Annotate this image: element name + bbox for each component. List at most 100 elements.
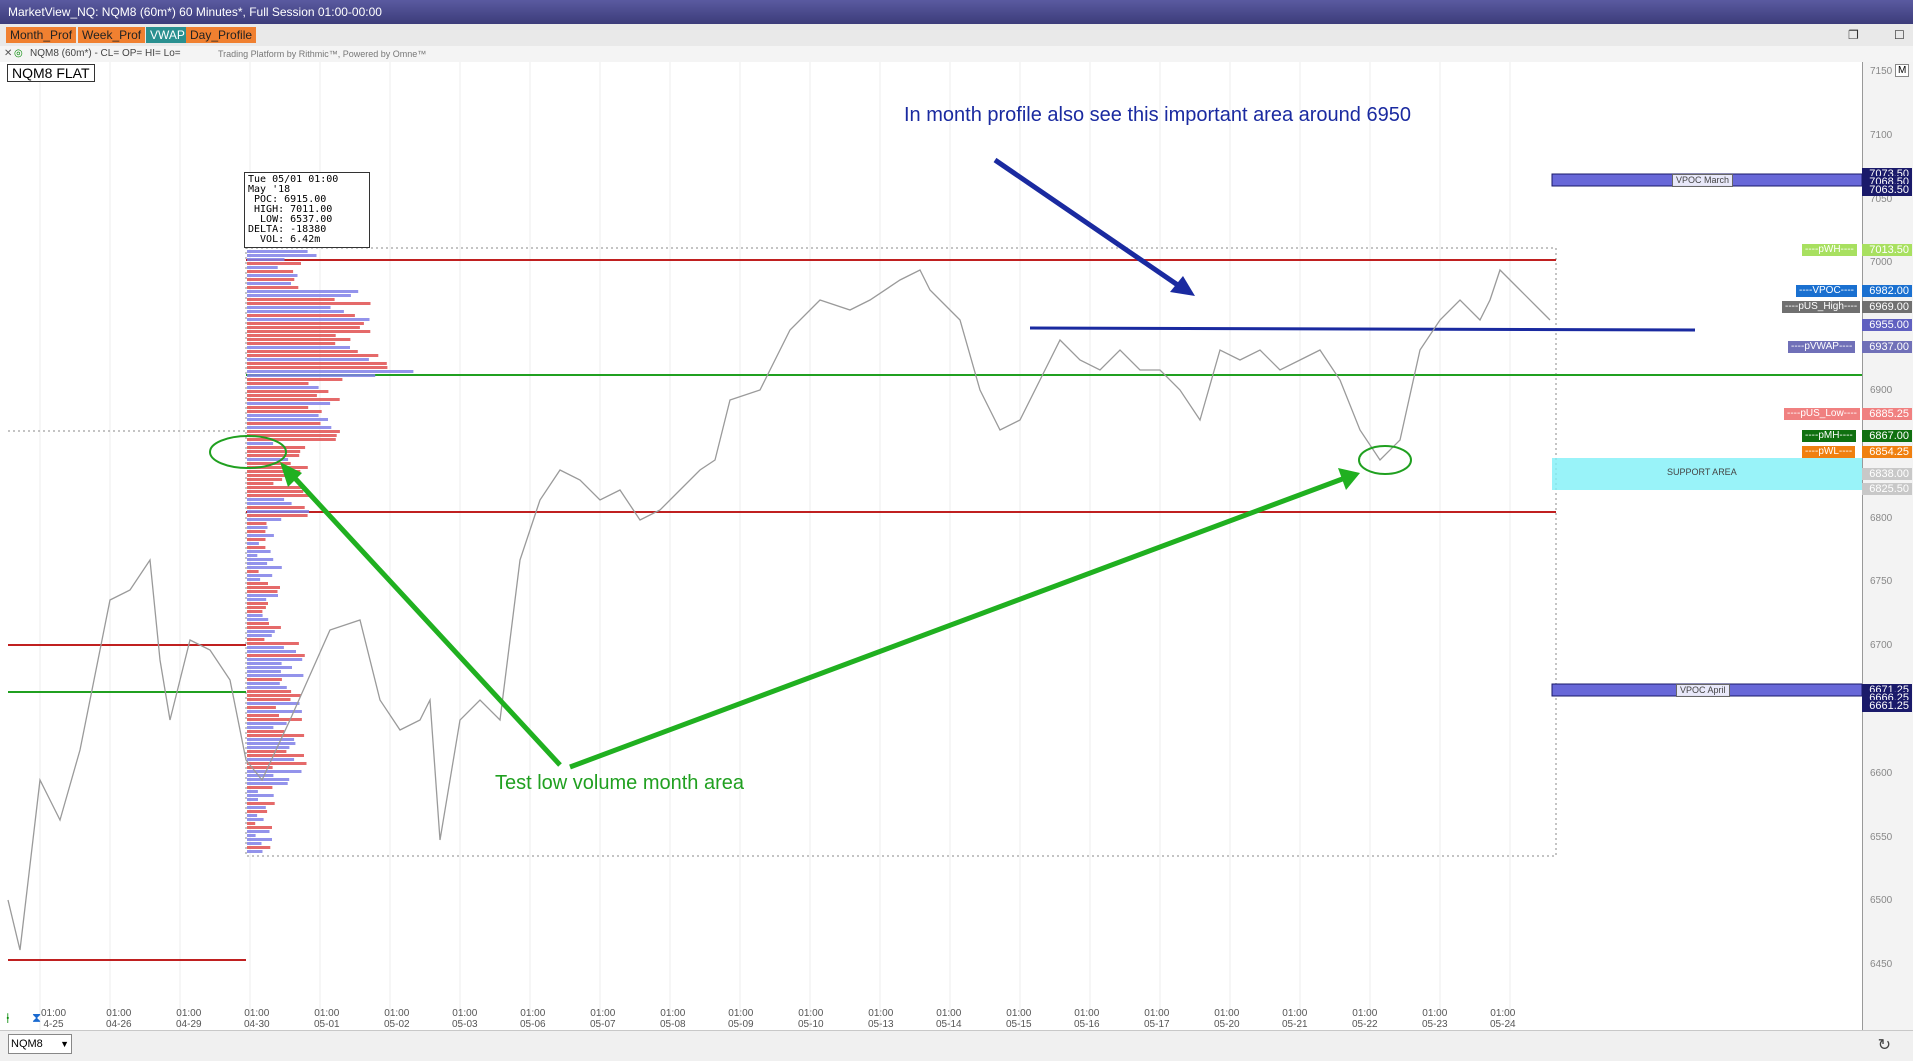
volume-profile-bar xyxy=(247,622,269,625)
price-tick: 6450 xyxy=(1870,959,1893,971)
time-tick-time: 01:00 xyxy=(1282,1008,1308,1019)
time-tick: 01:00 05-02 xyxy=(384,1008,410,1030)
area-6950-line xyxy=(1029,326,1696,332)
volume-profile-bar xyxy=(247,358,369,361)
volume-profile-bar xyxy=(247,286,299,289)
price-tick: 6750 xyxy=(1870,576,1893,588)
volume-profile-bar xyxy=(247,406,309,409)
volume-profile-bar xyxy=(247,334,336,337)
time-tick-date: 05-24 xyxy=(1490,1019,1516,1030)
volume-profile-bar xyxy=(247,682,280,685)
blue-arrow-head xyxy=(1170,276,1195,296)
scale-mode-button[interactable]: M xyxy=(1895,64,1910,77)
time-tick: 01:00 04-29 xyxy=(176,1008,202,1030)
indicator-tag: ----pWH---- xyxy=(1802,244,1857,256)
time-tick-date: 05-06 xyxy=(520,1019,546,1030)
volume-profile-bar xyxy=(247,370,414,373)
volume-profile-bar xyxy=(247,522,267,525)
volume-profile-bar xyxy=(247,730,285,733)
price-tick: 6800 xyxy=(1870,512,1893,524)
volume-profile-bar xyxy=(247,750,287,753)
volume-profile-bar xyxy=(247,294,351,297)
price-level-label: 6825.50 xyxy=(1862,483,1912,495)
volume-profile-bar xyxy=(247,794,274,797)
volume-profile-bar xyxy=(247,394,317,397)
volume-profile-bar xyxy=(247,446,306,449)
volume-profile-bar xyxy=(247,490,304,493)
price-scale[interactable] xyxy=(1862,62,1913,1030)
volume-profile-bar xyxy=(247,630,275,633)
volume-profile-bar xyxy=(247,326,360,329)
time-tick-date: 05-07 xyxy=(590,1019,616,1030)
volume-profile-bar xyxy=(247,850,263,853)
volume-profile-bar xyxy=(247,450,301,453)
volume-profile-bar xyxy=(247,578,261,581)
volume-profile-bar xyxy=(247,802,275,805)
price-tick: 6600 xyxy=(1870,767,1893,779)
volume-profile-bar xyxy=(247,634,272,637)
volume-profile-bar xyxy=(247,814,258,817)
volume-profile-bar xyxy=(247,718,302,721)
volume-profile-bar xyxy=(247,670,281,673)
volume-profile-bar xyxy=(247,754,304,757)
volume-profile-bar xyxy=(247,354,379,357)
annotation-6950: In month profile also see this important… xyxy=(904,104,1411,126)
low-volume-circle-right xyxy=(1358,445,1412,475)
volume-profile-bar xyxy=(247,546,266,549)
time-tick-time: 01:00 xyxy=(798,1008,824,1019)
price-level-label: 6854.25 xyxy=(1862,446,1912,458)
price-level-label: 7013.50 xyxy=(1862,244,1912,256)
volume-profile-bar xyxy=(247,778,290,781)
volume-profile-bar xyxy=(247,538,266,541)
time-tick: 01:00 04-26 xyxy=(106,1008,132,1030)
volume-profile-bar xyxy=(247,338,351,341)
volume-profile-bar xyxy=(247,410,322,413)
volume-profile-bar xyxy=(247,706,276,709)
volume-profile-bar xyxy=(247,714,279,717)
volume-profile-bar xyxy=(247,826,272,829)
price-tick: 6550 xyxy=(1870,831,1893,843)
indicator-tag: ----pMH---- xyxy=(1802,430,1856,442)
volume-profile-bar xyxy=(247,574,273,577)
time-tick-date: 05-10 xyxy=(798,1019,824,1030)
symbol-select-value: NQM8 xyxy=(11,1038,43,1050)
price-series xyxy=(7,268,1551,951)
volume-profile-bar xyxy=(247,702,300,705)
volume-profile-bar xyxy=(247,606,266,609)
volume-profile-bar xyxy=(247,342,336,345)
volume-profile-bar xyxy=(247,642,299,645)
volume-profile-bar xyxy=(247,582,268,585)
volume-profile-bar xyxy=(247,806,266,809)
time-tick-time: 01:00 xyxy=(728,1008,754,1019)
volume-profile-bar xyxy=(247,810,268,813)
time-tick-date: 05-14 xyxy=(936,1019,962,1030)
time-tick-date: 04-29 xyxy=(176,1019,202,1030)
volume-profile-bar xyxy=(247,618,269,621)
symbol-select[interactable]: NQM8 ▼ xyxy=(8,1034,72,1054)
volume-profile xyxy=(247,250,414,853)
price-tick: 7100 xyxy=(1870,129,1893,141)
volume-profile-bar xyxy=(247,614,263,617)
volume-profile-bar xyxy=(247,302,371,305)
chart-type-icon[interactable]: ⍿ xyxy=(6,1010,10,1027)
volume-profile-bar xyxy=(247,266,278,269)
volume-profile-bar xyxy=(247,638,265,641)
time-tick-date: 05-21 xyxy=(1282,1019,1308,1030)
volume-profile-bar xyxy=(247,590,278,593)
time-tick: 01:00 05-22 xyxy=(1352,1008,1378,1030)
volume-profile-bar xyxy=(247,506,305,509)
volume-profile-bar xyxy=(247,790,258,793)
hourglass-icon[interactable]: ⧗ xyxy=(32,1010,41,1026)
time-tick: 01:00 05-06 xyxy=(520,1008,546,1030)
volume-profile-bar xyxy=(247,598,267,601)
chevron-down-icon[interactable]: ▼ xyxy=(60,1035,69,1053)
volume-profile-bar xyxy=(247,742,296,745)
time-tick: 01:00 05-08 xyxy=(660,1008,686,1030)
volume-profile-bar xyxy=(247,686,287,689)
volume-profile-bar xyxy=(247,662,282,665)
volume-profile-bar xyxy=(247,386,319,389)
refresh-icon[interactable]: ↻ xyxy=(1878,1035,1891,1055)
vpoc-march-label: VPOC March xyxy=(1672,174,1734,187)
volume-profile-bar xyxy=(247,774,274,777)
time-tick-date: 05-17 xyxy=(1144,1019,1170,1030)
